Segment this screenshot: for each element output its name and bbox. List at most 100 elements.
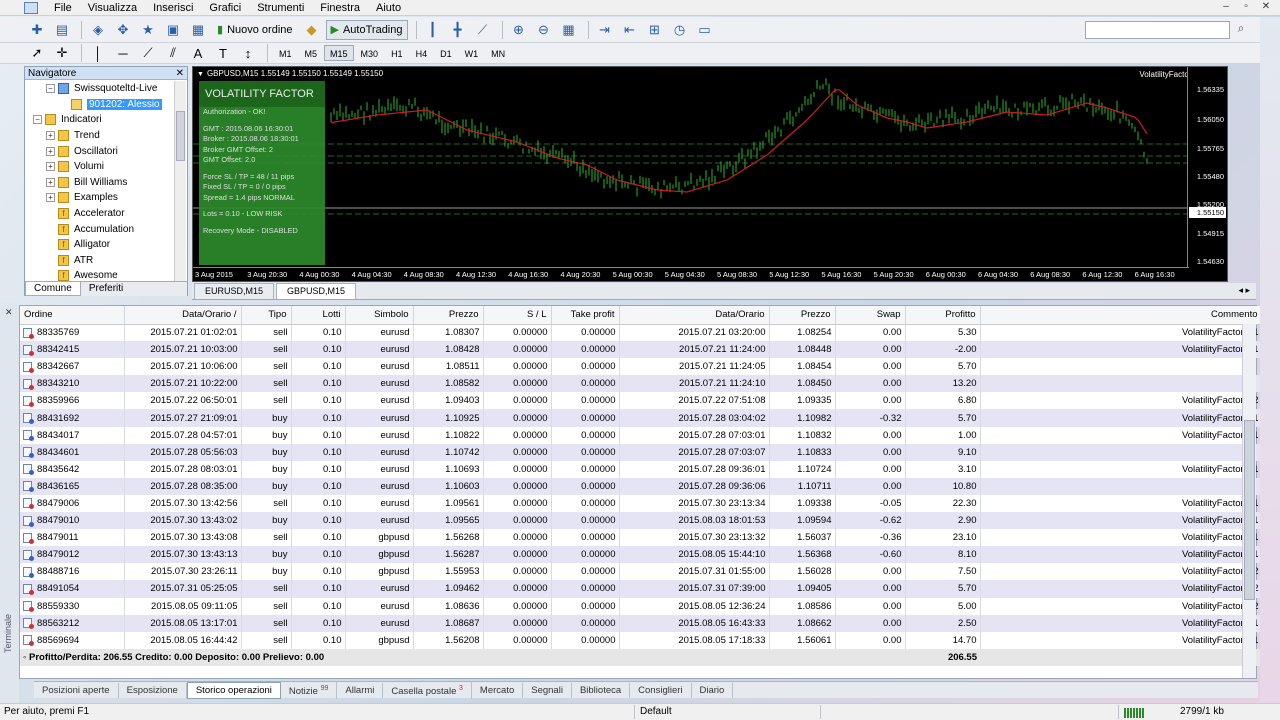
- data-window-icon[interactable]: ✥: [112, 20, 134, 40]
- expander-icon[interactable]: +: [46, 131, 55, 141]
- zoom-out-icon[interactable]: ⊖: [533, 20, 555, 40]
- chart-tab-gbpusdm15[interactable]: GBPUSD,M15: [276, 283, 357, 299]
- table-row[interactable]: 88491054 2015.07.31 05:25:05 sell 0.10 eurus…: [20, 580, 1263, 598]
- timeframe-m1[interactable]: M1: [273, 45, 298, 61]
- autotrading-button[interactable]: ▶ AutoTrading: [325, 19, 408, 40]
- navigator-item[interactable]: + Trend: [25, 128, 175, 144]
- column-header[interactable]: S / L: [483, 306, 552, 325]
- menu-item-inserisci[interactable]: Inserisci: [145, 2, 201, 14]
- timeframe-d1[interactable]: D1: [434, 45, 458, 61]
- tab-comune[interactable]: Comune: [25, 282, 81, 296]
- time-scale[interactable]: 3 Aug 2015 3 Aug 20:30 4 Aug 00:30 4 Aug 04…: [193, 267, 1189, 281]
- table-row[interactable]: 88435642 2015.07.28 08:03:01 buy 0.10 eurusd…: [20, 460, 1263, 478]
- timeframe-h4[interactable]: H4: [410, 45, 434, 61]
- table-row[interactable]: 88342667 2015.07.21 10:06:00 sell 0.10 eurus…: [20, 358, 1263, 376]
- indicators-icon[interactable]: ⊞: [644, 20, 666, 40]
- tab-esposizione[interactable]: Esposizione: [119, 682, 187, 698]
- tester-icon[interactable]: ▦: [187, 20, 209, 40]
- menu-item-visualizza[interactable]: Visualizza: [80, 2, 145, 14]
- navigator-item[interactable]: + Bill Williams: [25, 175, 175, 191]
- column-header[interactable]: Prezzo: [769, 306, 836, 325]
- expander-icon[interactable]: +: [46, 146, 55, 156]
- expander-icon[interactable]: −: [33, 115, 42, 125]
- column-header[interactable]: Ordine: [20, 306, 125, 325]
- navigator-item[interactable]: − Swissquoteltd-Live: [25, 81, 175, 97]
- chart-shift-icon[interactable]: ⇤: [619, 20, 641, 40]
- table-row[interactable]: 88563212 2015.08.05 13:17:01 sell 0.10 eurus…: [20, 614, 1263, 632]
- column-header[interactable]: Data/Orario: [619, 306, 770, 325]
- menu-item-strumenti[interactable]: Strumenti: [249, 2, 312, 14]
- restore-icon[interactable]: ▫: [1238, 1, 1254, 14]
- timeframe-mn[interactable]: MN: [485, 45, 511, 61]
- search-icon[interactable]: ⌕: [1232, 21, 1250, 39]
- line-chart-icon[interactable]: ⟋: [472, 20, 494, 40]
- tab-allarmi[interactable]: Allarmi: [337, 682, 384, 698]
- price-chart[interactable]: [193, 67, 1189, 267]
- close-icon[interactable]: ✕: [1258, 1, 1274, 14]
- market-watch-icon[interactable]: ◈: [87, 20, 109, 40]
- trendline-icon[interactable]: ⟋: [137, 43, 159, 63]
- meta-editor-icon[interactable]: ◆: [301, 20, 323, 40]
- expander-icon[interactable]: −: [46, 84, 55, 94]
- table-row[interactable]: 88479010 2015.07.30 13:43:02 buy 0.10 eurusd…: [20, 512, 1263, 530]
- table-row[interactable]: 88342415 2015.07.21 10:03:00 sell 0.10 eurus…: [20, 341, 1263, 359]
- table-row[interactable]: 88479006 2015.07.30 13:42:56 sell 0.10 eurus…: [20, 494, 1263, 513]
- tab-segnali[interactable]: Segnali: [523, 682, 572, 698]
- crosshair-icon[interactable]: ✛: [51, 43, 73, 63]
- minimize-icon[interactable]: –: [1218, 1, 1234, 14]
- new-chart-icon[interactable]: ✚: [26, 20, 48, 40]
- templates-icon[interactable]: ▭: [694, 20, 716, 40]
- navigator-item[interactable]: f Accumulation: [25, 221, 175, 237]
- expander-icon[interactable]: +: [46, 193, 55, 203]
- column-header[interactable]: Simbolo: [345, 306, 414, 325]
- tab-notizie[interactable]: Notizie 99: [281, 680, 338, 700]
- menu-item-file[interactable]: File: [46, 2, 80, 14]
- navigator-item[interactable]: + Examples: [25, 190, 175, 206]
- timeframe-h1[interactable]: H1: [385, 45, 409, 61]
- navigator-scrollbar[interactable]: [174, 81, 186, 281]
- table-row[interactable]: 88335769 2015.07.21 01:02:01 sell 0.10 eurus…: [20, 324, 1263, 342]
- table-row[interactable]: 88434017 2015.07.28 04:57:01 buy 0.10 eurusd…: [20, 426, 1263, 444]
- tab-scroll-arrows-icon[interactable]: ◂ ▸: [1238, 285, 1250, 296]
- column-header[interactable]: Prezzo: [413, 306, 484, 325]
- timeframe-w1[interactable]: W1: [459, 45, 485, 61]
- label-icon[interactable]: T: [212, 43, 234, 63]
- text-icon[interactable]: A: [187, 43, 209, 63]
- timeframe-m5[interactable]: M5: [299, 45, 324, 61]
- navigator-item[interactable]: + Oscillatori: [25, 143, 175, 159]
- table-row[interactable]: 88479011 2015.07.30 13:43:08 sell 0.10 gbpus…: [20, 529, 1263, 547]
- table-row[interactable]: 88488716 2015.07.30 23:26:11 buy 0.10 gbpusd…: [20, 563, 1263, 581]
- tab-consiglieri[interactable]: Consiglieri: [630, 682, 692, 698]
- arrows-icon[interactable]: ↕: [237, 43, 259, 63]
- close-icon[interactable]: ✕: [5, 307, 13, 318]
- candle-chart-icon[interactable]: ╋: [447, 20, 469, 40]
- table-row[interactable]: 88431692 2015.07.27 21:09:01 buy 0.10 eurusd…: [20, 409, 1263, 427]
- table-row[interactable]: 88479012 2015.07.30 13:43:13 buy 0.10 gbpusd…: [20, 546, 1263, 564]
- timeframe-m30[interactable]: M30: [355, 45, 385, 61]
- column-header[interactable]: Swap: [835, 306, 906, 325]
- table-row[interactable]: 88436165 2015.07.28 08:35:00 buy 0.10 eurusd…: [20, 477, 1263, 495]
- column-header[interactable]: Data/Orario /: [124, 306, 242, 325]
- column-header[interactable]: Take profit: [551, 306, 620, 325]
- column-header[interactable]: Profitto: [905, 306, 981, 325]
- navigator-item[interactable]: f Awesome: [25, 268, 175, 281]
- tab-preferiti[interactable]: Preferiti: [81, 282, 131, 296]
- zoom-in-icon[interactable]: ⊕: [508, 20, 530, 40]
- table-row[interactable]: 88434601 2015.07.28 05:56:03 buy 0.10 eurusd…: [20, 443, 1263, 461]
- column-header[interactable]: Tipo: [241, 306, 292, 325]
- new-order-button[interactable]: ▮ Nuovo ordine: [212, 20, 298, 40]
- table-row[interactable]: 88559330 2015.08.05 09:11:05 sell 0.10 eurus…: [20, 597, 1263, 615]
- column-header[interactable]: Lotti: [291, 306, 346, 325]
- terminal-icon[interactable]: ▣: [162, 20, 184, 40]
- tab-mercato[interactable]: Mercato: [472, 682, 524, 698]
- column-header[interactable]: Commento: [980, 306, 1263, 325]
- table-row[interactable]: 88343210 2015.07.21 10:22:00 sell 0.10 eurus…: [20, 375, 1263, 393]
- terminal-scrollbar[interactable]: [1242, 324, 1256, 678]
- menu-item-grafici[interactable]: Grafici: [201, 2, 249, 14]
- tab-biblioteca[interactable]: Biblioteca: [572, 682, 631, 698]
- chart-window[interactable]: ▼ GBPUSD,M15 1.55149 1.55150 1.55149 1.55…: [192, 66, 1228, 282]
- tab-diario[interactable]: Diario: [692, 682, 734, 698]
- chart-tab-eurusdm15[interactable]: EURUSD,M15: [194, 283, 275, 299]
- navigator-item[interactable]: f Accelerator: [25, 206, 175, 222]
- cursor-icon[interactable]: ➚: [26, 43, 48, 63]
